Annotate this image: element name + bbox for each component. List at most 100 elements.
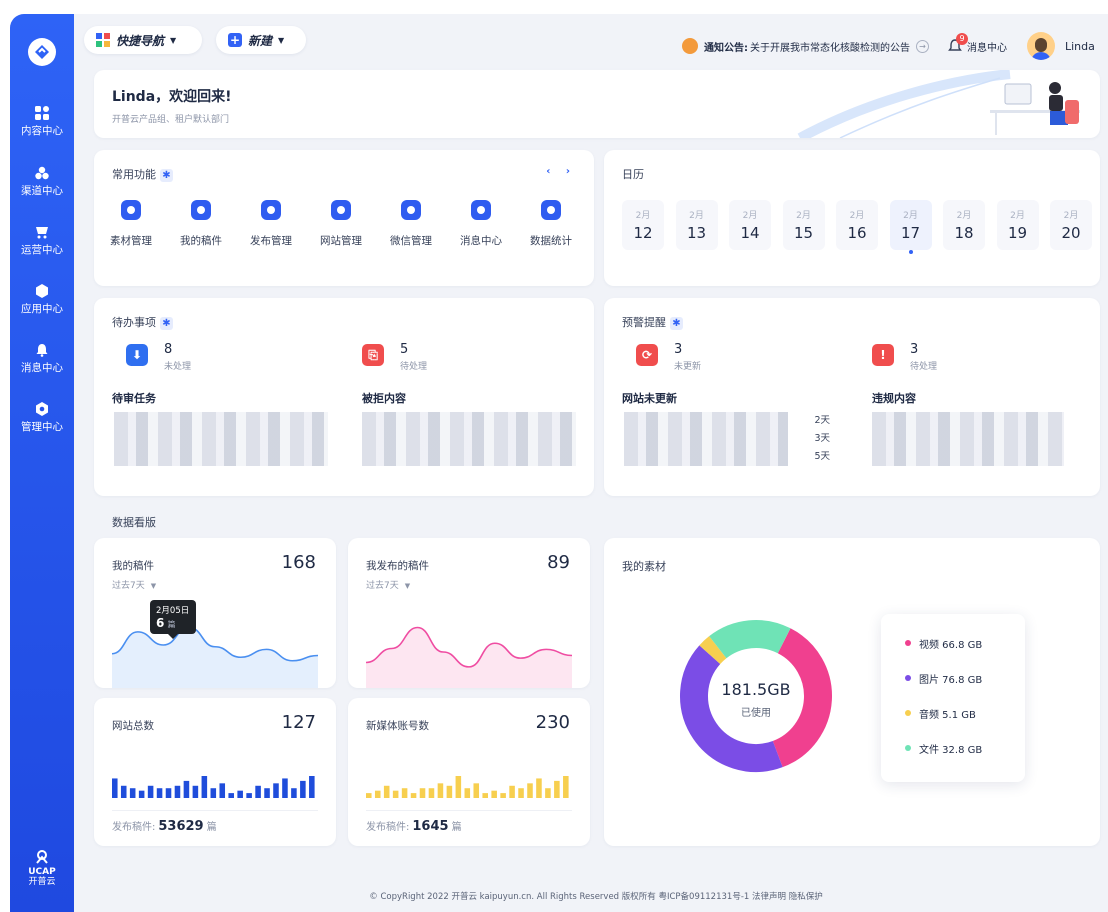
- legend-swatch: [905, 745, 911, 751]
- alert-group-label[interactable]: 违规内容: [872, 390, 916, 406]
- quick-item-messages[interactable]: 消息中心: [456, 200, 506, 248]
- quick-item-statistics[interactable]: 数据统计: [526, 200, 576, 248]
- sidebar-item-messages[interactable]: 消息中心: [10, 343, 74, 375]
- bar: [437, 783, 444, 798]
- legend-swatch: [905, 640, 911, 646]
- welcome-banner: Linda，欢迎回来! 开普云产品组、租户默认部门: [94, 70, 1100, 138]
- calendar-day[interactable]: 2月 18: [943, 200, 985, 250]
- refresh-icon: ⟳: [636, 344, 658, 366]
- calendar-day[interactable]: 2月 19: [996, 200, 1039, 250]
- new-label: 新建: [248, 33, 273, 48]
- calendar-month: 2月: [689, 211, 704, 221]
- quick-item-publish[interactable]: 发布管理: [246, 200, 296, 248]
- calendar-day[interactable]: 2月 17: [889, 200, 932, 254]
- quick-item-wechat[interactable]: 微信管理: [386, 200, 436, 248]
- website-icon: [331, 200, 351, 220]
- calendar-day[interactable]: 2月 12: [622, 200, 664, 250]
- legend-label: 文件 32.8 GB: [919, 745, 983, 756]
- calendar-date: 13: [686, 224, 707, 242]
- todo-group-label[interactable]: 被拒内容: [362, 390, 406, 406]
- calendar-date: 18: [954, 224, 974, 242]
- calendar-day[interactable]: 2月 15: [782, 200, 825, 250]
- settings-icon[interactable]: ✱: [670, 316, 683, 330]
- bar: [366, 793, 372, 798]
- pie-chart-icon: [541, 200, 561, 220]
- site-total-card: 网站总数 127 发布稿件: 53629 篇: [94, 698, 336, 846]
- settings-icon[interactable]: ✱: [160, 316, 173, 330]
- quick-item-my-drafts[interactable]: 我的稿件: [176, 200, 226, 248]
- todo-count: 5: [400, 342, 409, 357]
- chevron-down-icon: ▼: [170, 35, 177, 45]
- alerts-title: 预警提醒 ✱: [622, 314, 683, 330]
- warning-icon: !: [872, 344, 894, 366]
- avatar: [1027, 32, 1055, 60]
- publish-count: 发布稿件: 53629 篇: [112, 818, 217, 834]
- top-bar: 快捷导航 ▼ + 新建 ▼ 通知公告: 关于开展我市常态化核酸检测的公告 → 9…: [84, 26, 1108, 60]
- legend-item-file[interactable]: 文件 32.8 GB: [905, 741, 1025, 776]
- dashboard-title: 数据看版: [112, 516, 156, 529]
- alert-group-label[interactable]: 网站未更新: [622, 390, 677, 406]
- bar: [112, 778, 118, 798]
- sidebar-item-operations[interactable]: 运营中心: [10, 225, 74, 257]
- redacted-list: [624, 412, 788, 466]
- user-menu[interactable]: Linda: [1027, 32, 1095, 60]
- bar: [246, 793, 252, 798]
- donut-slice[interactable]: [709, 620, 791, 659]
- donut-slice[interactable]: [699, 636, 727, 665]
- calendar-date: 17: [900, 224, 921, 242]
- todo-group-label[interactable]: 待审任务: [112, 390, 156, 406]
- sidebar-item-channels[interactable]: 渠道中心: [10, 166, 74, 198]
- todo-status: 待处理: [400, 362, 428, 372]
- calendar-day[interactable]: 2月 13: [675, 200, 718, 250]
- donut-total-label: 已使用: [741, 708, 771, 719]
- legend-item-audio[interactable]: 音频 5.1 GB: [905, 706, 1025, 741]
- bar: [282, 778, 288, 798]
- bar: [174, 785, 181, 798]
- bar: [201, 776, 208, 798]
- message-center[interactable]: 9 消息中心: [947, 33, 1007, 54]
- sidebar-item-label: 内容中心: [21, 125, 63, 137]
- calendar-month: 2月: [635, 211, 651, 221]
- user-name: Linda: [1065, 39, 1095, 53]
- quick-item-materials[interactable]: 素材管理: [106, 200, 156, 248]
- panel-title: 预警提醒: [622, 316, 666, 329]
- send-icon: [261, 200, 281, 220]
- drafts-area-chart: [111, 626, 319, 688]
- bar: [446, 785, 453, 798]
- calendar-panel: 日历 2月 12 2月 13 2月 14 2月 15 2月 16 2月 17 2月 18 2月 19 2月 20: [604, 150, 1100, 286]
- sidebar-item-content[interactable]: 内容中心: [10, 106, 74, 138]
- bar: [120, 785, 127, 798]
- notice-bar[interactable]: 通知公告: 关于开展我市常态化核酸检测的公告 → 9 消息中心 Linda: [682, 32, 1095, 60]
- calendar-day[interactable]: 2月 14: [729, 200, 771, 250]
- quick-nav-label: 快捷导航: [116, 33, 165, 48]
- material-icon: [121, 200, 141, 220]
- quick-item-label: 我的稿件: [180, 235, 222, 247]
- app-logo-icon[interactable]: [28, 38, 56, 66]
- arrow-right-icon[interactable]: →: [916, 39, 929, 53]
- calendar-day[interactable]: 2月 16: [836, 200, 878, 250]
- legend-label: 音频 5.1 GB: [919, 710, 976, 721]
- legend-item-image[interactable]: 图片 76.8 GB: [905, 671, 1025, 706]
- sidebar-item-admin[interactable]: 管理中心: [10, 402, 74, 434]
- alert-count: 3: [674, 342, 683, 357]
- bar: [401, 788, 408, 798]
- bar: [138, 790, 145, 798]
- office-illustration: [797, 70, 1080, 138]
- new-button[interactable]: + 新建 ▼: [216, 26, 306, 54]
- calendar-day[interactable]: 2月 20: [1050, 200, 1092, 250]
- notice-text: 关于开展我市常态化核酸检测的公告: [750, 42, 910, 54]
- sidebar-item-apps[interactable]: 应用中心: [10, 284, 74, 316]
- quick-nav-button[interactable]: 快捷导航 ▼: [84, 26, 202, 54]
- publish-count: 发布稿件: 1645 篇: [366, 818, 462, 834]
- message-center-label: 消息中心: [967, 42, 1007, 54]
- panel-title: 常用功能: [112, 168, 156, 181]
- bar: [291, 788, 297, 798]
- legend-item-video[interactable]: 视频 66.8 GB: [905, 636, 1025, 671]
- apps-icon: [96, 33, 110, 47]
- carousel-arrows[interactable]: ‹ ›: [546, 166, 576, 177]
- calendar-date: 19: [1007, 224, 1028, 242]
- quick-item-sites[interactable]: 网站管理: [316, 200, 366, 248]
- settings-icon[interactable]: ✱: [160, 168, 173, 182]
- legend-label: 图片 76.8 GB: [919, 675, 983, 686]
- bar: [482, 793, 488, 798]
